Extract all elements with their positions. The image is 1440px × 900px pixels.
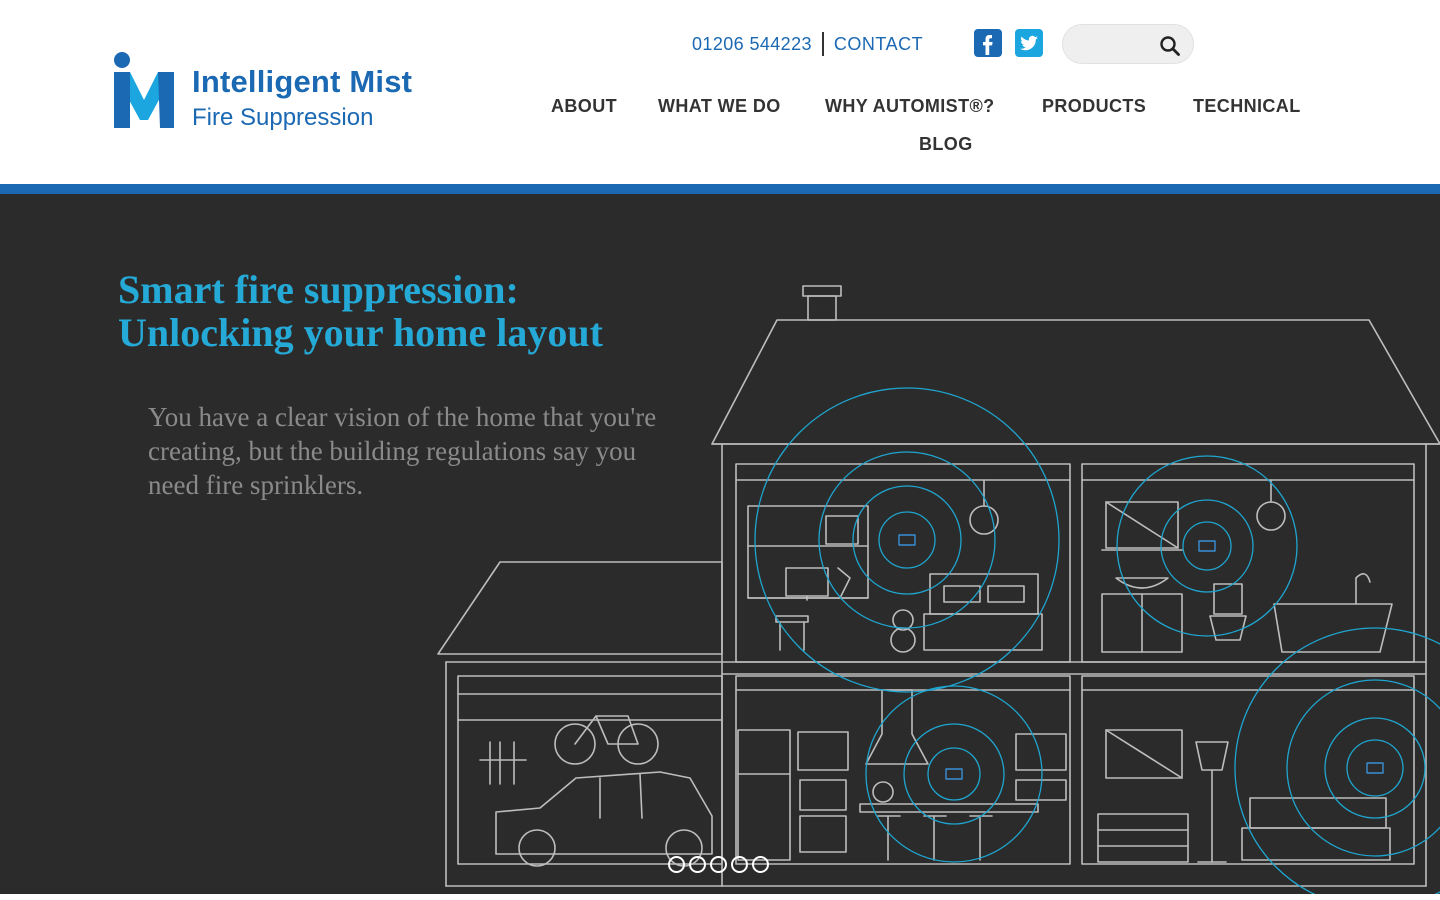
logo-tagline: Fire Suppression [192, 104, 374, 131]
facebook-button[interactable] [974, 29, 1002, 57]
slide-dot-3[interactable] [710, 856, 727, 873]
nav-what-we-do[interactable]: WHAT WE DO [658, 96, 781, 117]
page-bottom-edge [0, 894, 1440, 900]
logo-name: Intelligent Mist [192, 64, 413, 99]
site-header: Intelligent Mist Fire Suppression 01206 … [0, 0, 1440, 184]
twitter-icon [1020, 35, 1038, 51]
house-illustration [437, 285, 1440, 894]
search-box [1062, 24, 1194, 64]
slider-pagination [668, 856, 769, 873]
site-logo[interactable]: Intelligent Mist Fire Suppression [112, 50, 432, 134]
phone-number[interactable]: 01206 544223 [692, 34, 812, 55]
nav-why-automist[interactable]: WHY AUTOMIST®? [825, 96, 995, 117]
logo-mark-icon [114, 52, 174, 128]
hero-slider: Smart fire suppression: Unlocking your h… [0, 194, 1440, 894]
slide-dot-5[interactable] [752, 856, 769, 873]
slide-dot-2[interactable] [689, 856, 706, 873]
slide-dot-1[interactable] [668, 856, 685, 873]
contact-link[interactable]: CONTACT [834, 34, 923, 55]
nav-technical[interactable]: TECHNICAL [1193, 96, 1301, 117]
search-input[interactable] [1077, 33, 1157, 55]
facebook-icon [983, 35, 993, 55]
nav-blog[interactable]: BLOG [919, 134, 973, 155]
top-contact-bar: 01206 544223 CONTACT [692, 30, 923, 58]
divider [821, 32, 824, 56]
nav-products[interactable]: PRODUCTS [1042, 96, 1146, 117]
slide-dot-4[interactable] [731, 856, 748, 873]
header-accent-bar [0, 184, 1440, 194]
twitter-button[interactable] [1015, 29, 1043, 57]
search-icon[interactable] [1159, 35, 1181, 57]
nav-about[interactable]: ABOUT [551, 96, 617, 117]
